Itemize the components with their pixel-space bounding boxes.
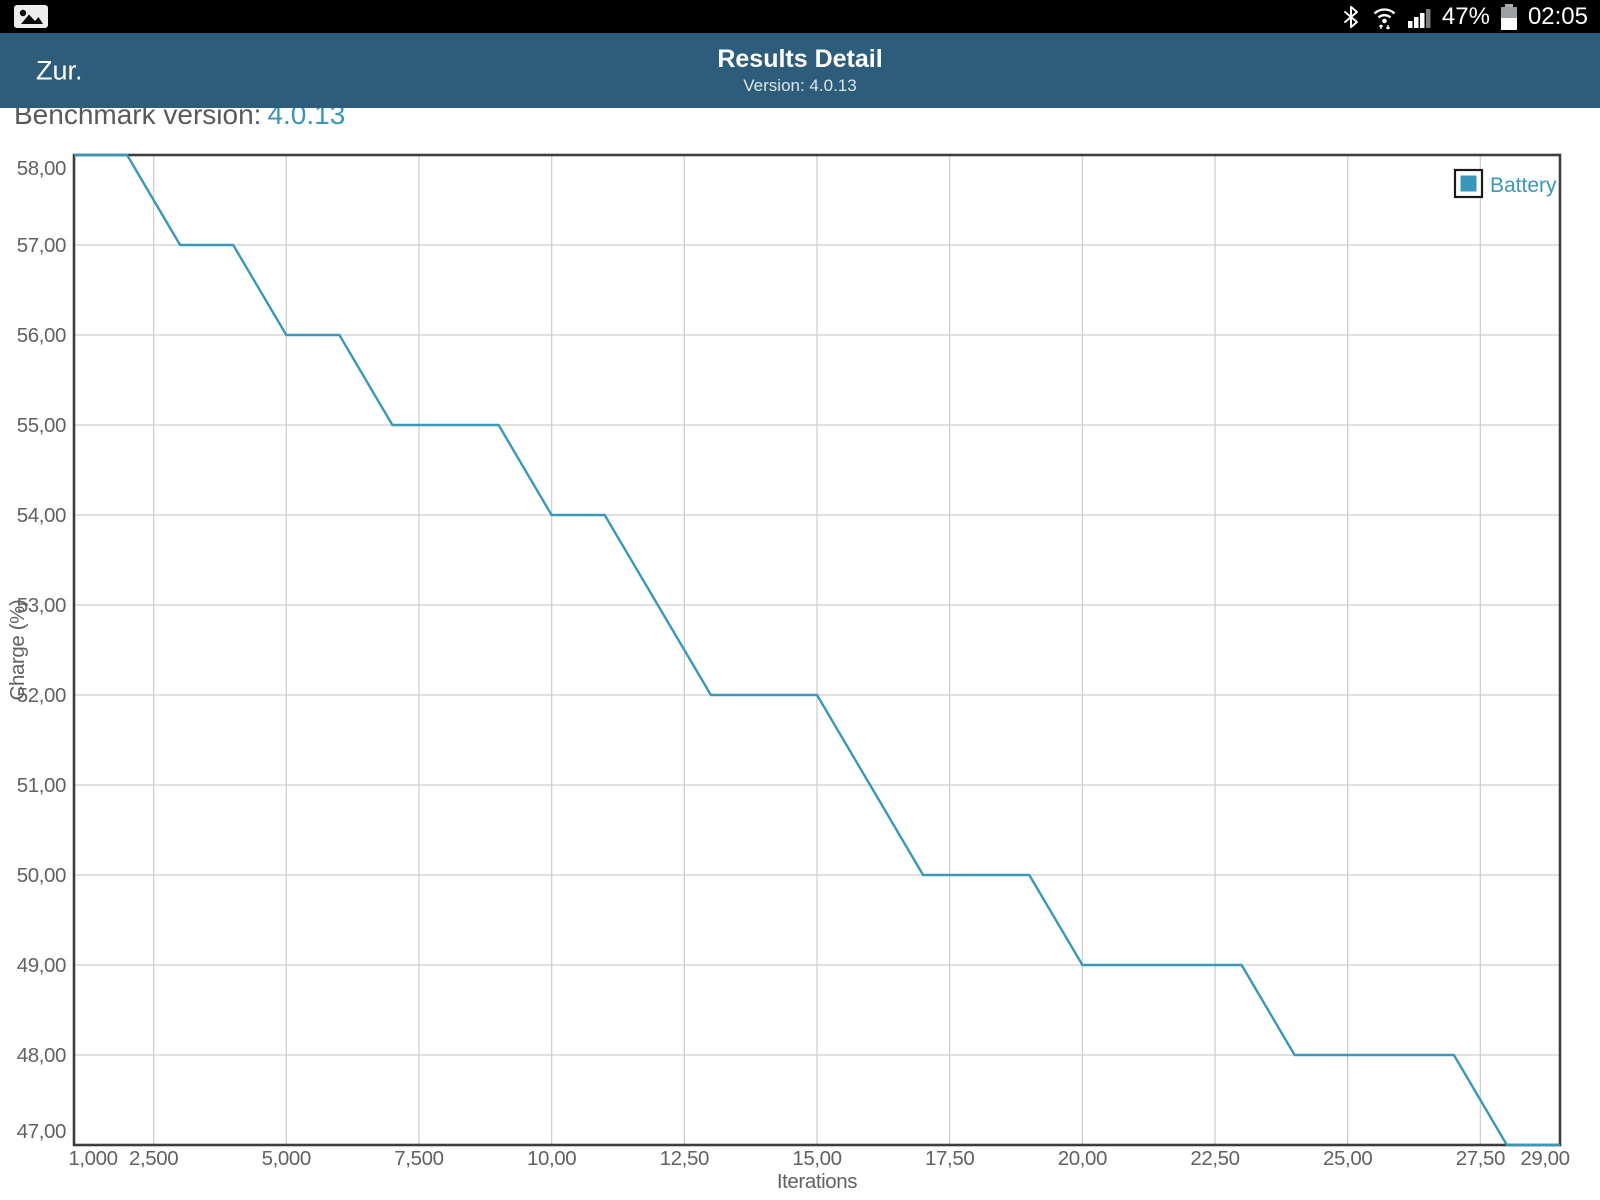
page-subtitle: Version: 4.0.13 — [743, 76, 857, 95]
page-title: Results Detail — [717, 45, 883, 73]
header-titles: Results Detail Version: 4.0.13 — [0, 33, 1600, 108]
y-tick-label: 58,00 — [17, 157, 66, 180]
x-tick-label: 5,000 — [262, 1147, 311, 1170]
legend-label: Battery — [1490, 174, 1557, 197]
x-tick-label: 20,00 — [1058, 1147, 1107, 1170]
screen: 47% 02:05 Zur. Results Detail Version: 4… — [0, 0, 1600, 1200]
battery-icon — [1500, 3, 1517, 30]
x-tick-label: 1,000 — [68, 1147, 117, 1170]
x-tick-label: 29,00 — [1520, 1147, 1569, 1170]
image-notification-icon — [14, 5, 48, 28]
x-tick-label: 10,00 — [527, 1147, 576, 1170]
x-tick-label: 22,50 — [1190, 1147, 1239, 1170]
y-tick-label: 56,00 — [17, 324, 66, 347]
x-axis-title: Iterations — [777, 1170, 857, 1193]
status-bar: 47% 02:05 — [0, 0, 1600, 33]
y-tick-label: 49,00 — [17, 954, 66, 977]
status-bar-left — [12, 3, 50, 30]
wifi-icon — [1373, 7, 1396, 29]
x-tick-label: 15,00 — [792, 1147, 841, 1170]
y-tick-label: 47,00 — [17, 1120, 66, 1143]
app-header: Zur. Results Detail Version: 4.0.13 — [0, 33, 1600, 108]
y-axis-title: Charge (%) — [6, 600, 29, 701]
y-tick-label: 48,00 — [17, 1044, 66, 1067]
bluetooth-icon — [1343, 5, 1358, 28]
y-tick-label: 57,00 — [17, 234, 66, 257]
x-tick-label: 25,00 — [1323, 1147, 1372, 1170]
battery-chart[interactable]: 1,000 2,500 5,000 7,500 10,00 12,50 15,00 17,50… — [0, 0, 1600, 1200]
x-tick-label: 7,500 — [394, 1147, 443, 1170]
signal-strength-icon — [1407, 8, 1431, 28]
x-tick-label: 2,500 — [129, 1147, 178, 1170]
x-tick-label: 17,50 — [925, 1147, 974, 1170]
y-tick-label: 55,00 — [17, 414, 66, 437]
status-time: 02:05 — [1527, 3, 1588, 30]
x-tick-label: 27,50 — [1456, 1147, 1505, 1170]
battery-percent: 47% — [1441, 3, 1490, 30]
legend-swatch — [1460, 175, 1477, 192]
y-tick-label: 51,00 — [17, 774, 66, 797]
status-bar-right: 47% 02:05 — [1331, 0, 1588, 33]
y-tick-label: 50,00 — [17, 864, 66, 887]
y-tick-label: 54,00 — [17, 504, 66, 527]
x-tick-label: 12,50 — [660, 1147, 709, 1170]
